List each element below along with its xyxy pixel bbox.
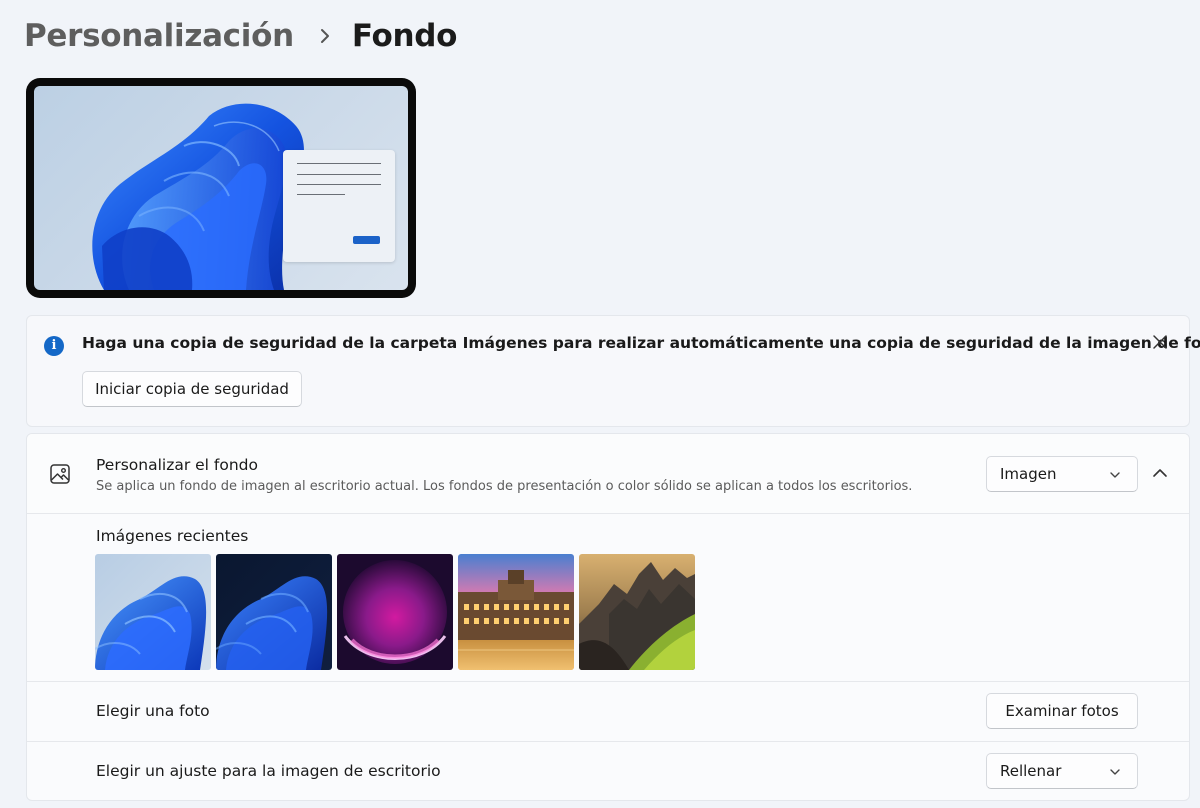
close-icon[interactable] <box>1151 333 1169 351</box>
personalize-title: Personalizar el fondo <box>96 456 258 474</box>
personalize-background-row[interactable]: Personalizar el fondo Se aplica un fondo… <box>27 434 1189 514</box>
fit-label: Elegir un ajuste para la imagen de escri… <box>96 762 441 780</box>
info-message: Haga una copia de seguridad de la carpet… <box>82 334 1200 352</box>
preview-window-mockup <box>283 150 395 262</box>
fit-row: Elegir un ajuste para la imagen de escri… <box>27 742 1189 800</box>
picture-icon <box>50 464 70 484</box>
start-backup-button[interactable]: Iniciar copia de seguridad <box>82 371 302 407</box>
chevron-right-icon <box>320 29 329 43</box>
info-icon: i <box>44 336 64 356</box>
browse-photos-button[interactable]: Examinar fotos <box>986 693 1138 729</box>
fit-value: Rellenar <box>1000 762 1062 780</box>
recent-images-list <box>95 554 695 670</box>
wallpaper-preview <box>26 78 416 298</box>
breadcrumb: Personalización Fondo <box>24 14 457 58</box>
recent-images-section: Imágenes recientes <box>27 514 1189 682</box>
fit-dropdown[interactable]: Rellenar <box>986 753 1138 789</box>
recent-image-2[interactable] <box>216 554 332 670</box>
preview-screen <box>34 86 408 290</box>
page-title: Fondo <box>351 18 458 54</box>
choose-photo-label: Elegir una foto <box>96 702 210 720</box>
recent-images-label: Imágenes recientes <box>96 527 249 545</box>
recent-image-1[interactable] <box>95 554 211 670</box>
choose-photo-row: Elegir una foto Examinar fotos <box>27 682 1189 742</box>
background-type-value: Imagen <box>1000 465 1057 483</box>
personalize-description: Se aplica un fondo de imagen al escritor… <box>96 479 913 494</box>
breadcrumb-parent[interactable]: Personalización <box>24 18 294 54</box>
chevron-down-icon <box>1110 769 1120 775</box>
chevron-up-icon[interactable] <box>1149 462 1171 484</box>
recent-image-5[interactable] <box>579 554 695 670</box>
recent-image-4[interactable] <box>458 554 574 670</box>
background-settings-card: Personalizar el fondo Se aplica un fondo… <box>26 433 1190 801</box>
info-banner: i Haga una copia de seguridad de la carp… <box>26 315 1200 427</box>
background-type-dropdown[interactable]: Imagen <box>986 456 1138 492</box>
chevron-down-icon <box>1110 472 1120 478</box>
recent-image-3[interactable] <box>337 554 453 670</box>
